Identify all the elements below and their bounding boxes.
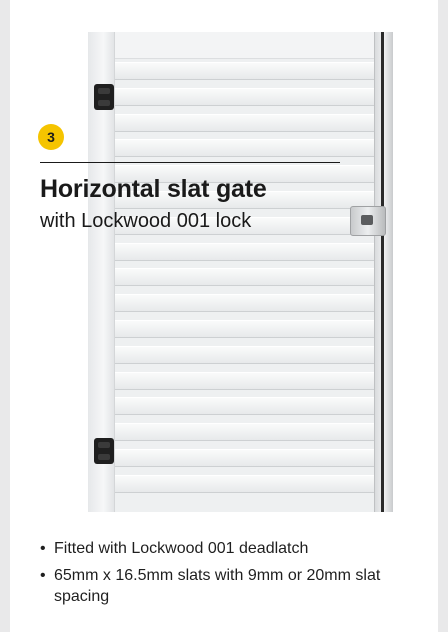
title-divider (40, 162, 340, 163)
gate-right-post (374, 32, 393, 512)
feature-item: 65mm x 16.5mm slats with 9mm or 20mm sla… (40, 565, 410, 607)
gate-slat (114, 397, 374, 416)
product-card: 3 Horizontal slat gate with Lockwood 001… (10, 0, 438, 632)
product-title: Horizontal slat gate (40, 175, 267, 203)
gate-slat (114, 294, 374, 313)
feature-list: Fitted with Lockwood 001 deadlatch 65mm … (40, 538, 410, 613)
bottom-hinge-icon (94, 438, 114, 464)
gate-slat (114, 242, 374, 261)
step-badge: 3 (38, 124, 64, 150)
feature-item: Fitted with Lockwood 001 deadlatch (40, 538, 410, 559)
top-hinge-icon (94, 84, 114, 110)
gate-slat (114, 474, 374, 493)
gate-slat (114, 423, 374, 442)
gate-slat (114, 87, 374, 106)
gate-slat (114, 113, 374, 132)
gate-slat (114, 320, 374, 338)
gate-image (88, 32, 394, 512)
gate-slat (114, 268, 374, 287)
gate-slat (114, 345, 374, 364)
gate-top-rail (114, 32, 374, 59)
gate-slat (114, 62, 374, 80)
gate-slat (114, 371, 374, 390)
gate-slat (114, 449, 374, 467)
gate-slats (114, 62, 374, 502)
product-subtitle: with Lockwood 001 lock (40, 210, 252, 232)
lock-icon (350, 206, 386, 236)
gate-slat (114, 139, 374, 158)
